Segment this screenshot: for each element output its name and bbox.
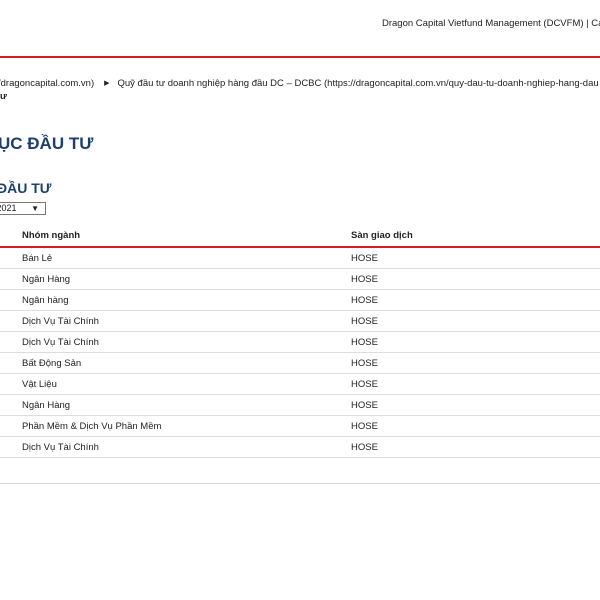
table-row: Dịch Vụ Tài Chính HOSE xyxy=(0,331,600,353)
page-title: ỤC ĐẦU TƯ xyxy=(0,134,94,153)
section-title: ĐẦU TƯ xyxy=(0,180,52,196)
table-header-row: Nhóm ngành Sàn giao dịch xyxy=(0,225,600,248)
exchange-cell: HOSE xyxy=(351,352,600,374)
breadcrumb-current: ư xyxy=(0,91,7,102)
exchange-cell: HOSE xyxy=(351,415,600,437)
breadcrumb-separator-icon: ▶ xyxy=(104,80,110,87)
sector-cell: Ngân hàng xyxy=(22,289,351,311)
exchange-cell: HOSE xyxy=(351,247,600,269)
exchange-cell: HOSE xyxy=(351,373,600,395)
breadcrumb-fund-link[interactable]: Quỹ đầu tư doanh nghiệp hàng đầu DC – DC… xyxy=(118,78,599,89)
exchange-cell: HOSE xyxy=(351,310,600,332)
breadcrumb: /dragoncapital.com.vn) ▶ Quỹ đầu tư doanh … xyxy=(0,78,600,89)
sector-cell: Dịch Vụ Tài Chính xyxy=(22,310,351,332)
exchange-cell: HOSE xyxy=(351,289,600,311)
column-header-exchange: Sàn giao dịch xyxy=(351,225,600,248)
table-row: Ngân Hàng HOSE xyxy=(0,394,600,416)
portfolio-table: Nhóm ngành Sàn giao dịch Bán Lẻ HOSE Ngân… xyxy=(0,225,600,458)
exchange-cell: HOSE xyxy=(351,436,600,458)
sector-cell: Dịch Vụ Tài Chính xyxy=(22,331,351,353)
table-row: Phần Mềm & Dịch Vụ Phần Mềm HOSE xyxy=(0,415,600,437)
sector-cell: Dịch Vụ Tài Chính xyxy=(22,436,351,458)
table-row: Bán Lẻ HOSE xyxy=(0,247,600,269)
sector-cell: Vật Liệu xyxy=(22,373,351,395)
section-divider xyxy=(0,483,600,484)
table-row: Dịch Vụ Tài Chính HOSE xyxy=(0,310,600,332)
table-row: Ngân hàng HOSE xyxy=(0,289,600,311)
chevron-down-icon: ▼ xyxy=(31,204,39,213)
column-header-sector: Nhóm ngành xyxy=(22,225,351,248)
column-header-blank xyxy=(0,225,22,248)
sector-cell: Ngân Hàng xyxy=(22,394,351,416)
top-header: Dragon Capital Vietfund Management (DCVF… xyxy=(0,0,600,58)
exchange-cell: HOSE xyxy=(351,331,600,353)
sector-cell: Ngân Hàng xyxy=(22,268,351,290)
sector-cell: Bất Động Sản xyxy=(22,352,351,374)
table-row: Dịch Vụ Tài Chính HOSE xyxy=(0,436,600,458)
table-row: Bất Động Sản HOSE xyxy=(0,352,600,374)
date-select-value: /2021 xyxy=(0,203,17,213)
exchange-cell: HOSE xyxy=(351,394,600,416)
sector-cell: Phần Mềm & Dịch Vụ Phần Mềm xyxy=(22,415,351,437)
date-select[interactable]: /2021 ▼ xyxy=(0,202,46,215)
table-row: Vật Liệu HOSE xyxy=(0,373,600,395)
exchange-cell: HOSE xyxy=(351,268,600,290)
breadcrumb-home-link[interactable]: /dragoncapital.com.vn) xyxy=(0,78,94,89)
sector-cell: Bán Lẻ xyxy=(22,247,351,269)
table-row: Ngân Hàng HOSE xyxy=(0,268,600,290)
company-name-link[interactable]: Dragon Capital Vietfund Management (DCVF… xyxy=(382,18,600,29)
